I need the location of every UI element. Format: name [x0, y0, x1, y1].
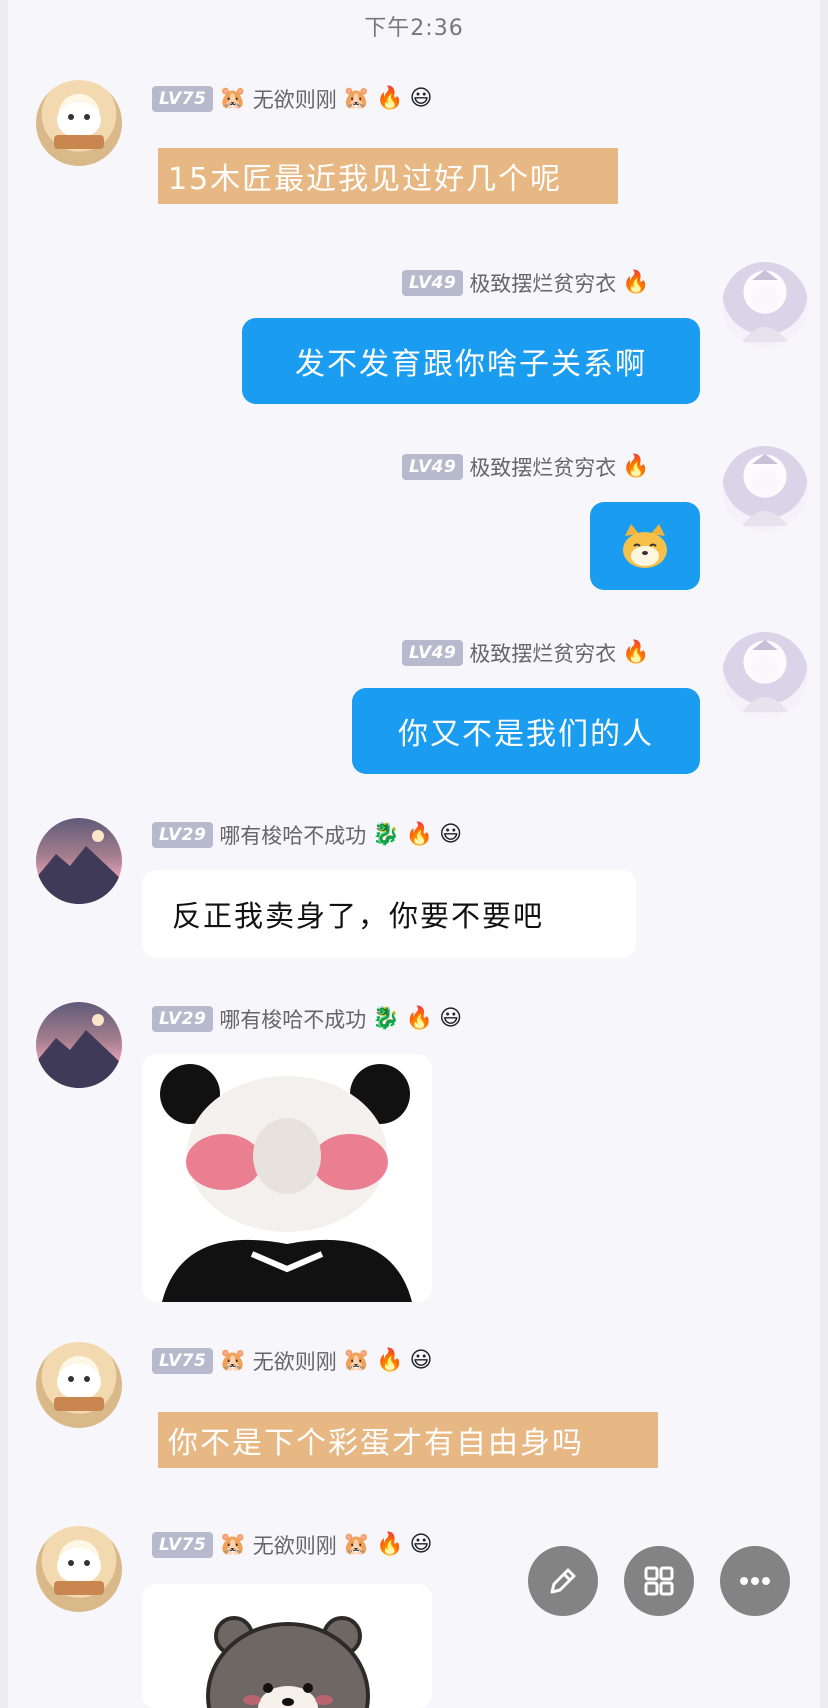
avatar[interactable]	[36, 818, 122, 904]
fire-icon: 🔥	[405, 822, 434, 847]
level-badge: LV75	[152, 1532, 214, 1558]
hamster-icon: 🐹	[342, 1348, 371, 1373]
avatar[interactable]	[722, 446, 808, 532]
dragon-icon: 🐉	[372, 1006, 400, 1031]
fire-icon: 🔥	[622, 454, 650, 479]
message-bubble[interactable]: 发不发育跟你啥子关系啊	[242, 318, 700, 404]
level-badge: LV49	[402, 454, 464, 480]
edit-button[interactable]	[528, 1546, 598, 1616]
message-bubble[interactable]: 你又不是我们的人	[352, 688, 700, 774]
sender-meta: LV49 极致摆烂贫穷衣 🔥	[402, 638, 650, 668]
message-bubble[interactable]: 反正我卖身了，你要不要吧	[142, 870, 636, 958]
level-badge: LV29	[152, 822, 214, 848]
pencil-icon	[550, 1568, 576, 1594]
sender-name[interactable]: 无欲则刚	[253, 1346, 337, 1376]
dog-emoji-icon	[623, 524, 667, 568]
fire-icon: 🔥	[376, 1348, 404, 1373]
hamster-icon: 🐹	[342, 1532, 371, 1557]
sender-meta: LV29 哪有梭哈不成功 🐉 🔥 😃	[152, 820, 462, 850]
fire-icon: 🔥	[376, 1532, 404, 1557]
sender-meta: LV75 🐹 无欲则刚 🐹 🔥 😃	[152, 1346, 432, 1376]
more-icon	[740, 1577, 770, 1585]
message-bubble[interactable]	[590, 502, 700, 590]
more-button[interactable]	[720, 1546, 790, 1616]
level-badge: LV75	[152, 1348, 214, 1374]
smile-icon: 😃	[409, 1348, 433, 1373]
message-timestamp: 下午2:36	[364, 16, 464, 41]
message-bubble[interactable]: 你不是下个彩蛋才有自由身吗	[158, 1412, 658, 1468]
avatar[interactable]	[722, 262, 808, 348]
sender-meta: LV49 极致摆烂贫穷衣 🔥	[402, 452, 650, 482]
fire-icon: 🔥	[405, 1006, 434, 1031]
level-badge: LV49	[402, 640, 464, 666]
fire-icon: 🔥	[622, 270, 650, 295]
sender-name[interactable]: 哪有梭哈不成功	[219, 1004, 366, 1034]
sender-meta: LV29 哪有梭哈不成功 🐉 🔥 😃	[152, 1004, 462, 1034]
sticker-image[interactable]	[142, 1584, 432, 1708]
avatar[interactable]	[722, 632, 808, 718]
sender-name[interactable]: 极致摆烂贫穷衣	[469, 452, 616, 482]
smile-icon: 😃	[409, 86, 433, 111]
hamster-icon: 🐹	[219, 1348, 247, 1373]
avatar[interactable]	[36, 1002, 122, 1088]
smile-icon: 😃	[439, 822, 463, 847]
smile-icon: 😃	[409, 1532, 433, 1557]
avatar[interactable]	[36, 1342, 122, 1428]
right-edge	[820, 0, 828, 1708]
fire-icon: 🔥	[376, 86, 404, 111]
avatar[interactable]	[36, 80, 122, 166]
chat-screen: 下午2:36 LV75 🐹 无欲则刚 🐹 🔥 😃 15木匠最近我见过好几个呢 L…	[0, 0, 828, 1708]
level-badge: LV29	[152, 1006, 214, 1032]
message-bubble[interactable]: 15木匠最近我见过好几个呢	[158, 148, 618, 204]
hamster-icon: 🐹	[219, 1532, 247, 1557]
level-badge: LV75	[152, 86, 214, 112]
sender-name[interactable]: 极致摆烂贫穷衣	[469, 638, 616, 668]
hamster-icon: 🐹	[219, 86, 247, 111]
sender-name[interactable]: 无欲则刚	[253, 84, 337, 114]
smile-icon: 😃	[439, 1006, 463, 1031]
grid-icon	[644, 1566, 674, 1596]
sender-meta: LV75 🐹 无欲则刚 🐹 🔥 😃	[152, 1530, 432, 1560]
grid-button[interactable]	[624, 1546, 694, 1616]
left-edge	[0, 0, 8, 1708]
fire-icon: 🔥	[622, 640, 650, 665]
panda-sticker-icon	[142, 1054, 432, 1302]
sender-name[interactable]: 极致摆烂贫穷衣	[469, 268, 616, 298]
sticker-image[interactable]	[142, 1054, 432, 1302]
dragon-icon: 🐉	[372, 822, 400, 847]
sender-meta: LV75 🐹 无欲则刚 🐹 🔥 😃	[152, 84, 432, 114]
sender-name[interactable]: 无欲则刚	[253, 1530, 337, 1560]
bear-sticker-icon	[142, 1584, 432, 1708]
level-badge: LV49	[402, 270, 464, 296]
sender-name[interactable]: 哪有梭哈不成功	[219, 820, 366, 850]
sender-meta: LV49 极致摆烂贫穷衣 🔥	[402, 268, 650, 298]
hamster-icon: 🐹	[342, 86, 371, 111]
avatar[interactable]	[36, 1526, 122, 1612]
